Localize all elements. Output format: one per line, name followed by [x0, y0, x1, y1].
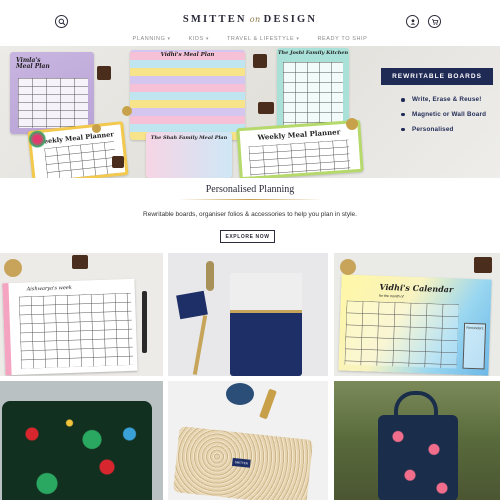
- chocolate-decoration: [112, 156, 124, 168]
- site-logo[interactable]: SMITTEN on DESIGN: [0, 14, 500, 25]
- nav-label: READY TO SHIP: [317, 36, 368, 42]
- nav-item-kids[interactable]: KIDS ▾: [189, 36, 209, 42]
- tote-strap: [394, 391, 438, 421]
- board-title: Vimla's Meal Plan: [16, 57, 50, 70]
- board-title: The Joshi Family Kitchen: [277, 50, 349, 56]
- logo-word-1: SMITTEN: [182, 14, 247, 25]
- weekly-planner-board-green: Weekly Meal Planner: [236, 119, 364, 178]
- lipstick-decoration: [259, 388, 277, 420]
- gold-candy-decoration: [340, 259, 356, 275]
- chevron-down-icon: ▾: [296, 36, 300, 42]
- cart-icon[interactable]: [428, 15, 441, 28]
- board-grid: [18, 292, 134, 369]
- nav-item-travel-lifestyle[interactable]: TRAVEL & LIFESTYLE ▾: [227, 36, 299, 42]
- board-grid: [44, 141, 118, 178]
- main-nav: PLANNING ▾ KIDS ▾ TRAVEL & LIFESTYLE ▾ READ…: [0, 36, 500, 42]
- folio-strap: [230, 273, 302, 313]
- explore-now-button[interactable]: EXPLORE NOW: [220, 230, 275, 243]
- gold-candy-decoration: [346, 118, 358, 130]
- floral-decoration: [27, 129, 48, 150]
- laptop-sleeve: [2, 401, 152, 500]
- chocolate-decoration: [97, 66, 111, 80]
- logo-word-3: DESIGN: [263, 14, 318, 25]
- product-tile-weekly-planner[interactable]: Aishwarya's week: [0, 253, 163, 376]
- glitter-pouch: SMITTEN: [172, 426, 314, 500]
- nav-item-planning[interactable]: PLANNING ▾: [133, 36, 171, 42]
- board-title: The Shah Family Meal Plan: [150, 135, 228, 141]
- rewritable-boards-banner: REWRITABLE BOARDS: [381, 68, 493, 85]
- chocolate-decoration: [72, 255, 88, 269]
- section-title: Personalised Planning: [205, 184, 295, 195]
- calendar-subtitle: for the month of: [378, 293, 404, 299]
- reminders-label: Reminders: [466, 325, 484, 331]
- reminders-box: Reminders: [462, 322, 487, 370]
- nav-item-ready-to-ship[interactable]: READY TO SHIP: [317, 36, 367, 42]
- board-grid: [283, 62, 343, 128]
- meal-plan-board-purple: Vimla's Meal Plan: [10, 52, 94, 134]
- chocolate-decoration: [253, 54, 267, 68]
- feature-item: Write, Erase & Reuse!: [400, 96, 498, 104]
- makeup-compact: [226, 383, 254, 405]
- nav-label: TRAVEL & LIFESTYLE: [226, 36, 295, 42]
- vidhi-meal-plan-board: Vidhi's Meal Plan: [130, 50, 245, 140]
- site-header: SMITTEN on DESIGN PLANNING ▾ KIDS ▾ TRAVEL &…: [0, 0, 500, 46]
- hero-banner[interactable]: Vimla's Meal Plan Weekly Meal Planner Vi…: [0, 46, 500, 178]
- chevron-down-icon: ▾: [205, 36, 209, 42]
- gold-candy-decoration: [4, 259, 22, 277]
- planner-board: Aishwarya's week: [2, 278, 138, 376]
- section-subtitle: Rewritable boards, organiser folios & ac…: [143, 211, 357, 218]
- board-grid: [248, 139, 351, 177]
- tote-bag: [378, 415, 458, 500]
- shah-family-meal-plan-board: The Shah Family Meal Plan: [146, 132, 232, 178]
- product-tile-glitter-pouch[interactable]: SMITTEN: [168, 381, 328, 500]
- chocolate-decoration: [474, 257, 492, 273]
- pouch-label: SMITTEN: [231, 457, 251, 468]
- gold-candy-decoration: [92, 124, 101, 133]
- keyring-decoration: [206, 261, 214, 291]
- calendar-grid: [344, 300, 459, 369]
- product-tile-organiser-folio[interactable]: [168, 253, 328, 376]
- nav-label: PLANNING: [132, 36, 166, 42]
- board-title: Aishwarya's week: [26, 284, 72, 293]
- logo-word-2: on: [249, 15, 261, 24]
- calendar-title: Vidhi's Calendar: [379, 281, 454, 295]
- calendar-board: Vidhi's Calendar for the month of Remind…: [338, 274, 492, 376]
- flamingo-pattern: [378, 415, 458, 500]
- feature-item: Personalised: [400, 126, 498, 134]
- product-tile-calendar[interactable]: Vidhi's Calendar for the month of Remind…: [334, 253, 500, 376]
- tropical-pattern: [2, 401, 152, 500]
- pen-decoration: [142, 291, 147, 353]
- board-title: Vidhi's Meal Plan: [160, 52, 215, 58]
- gold-candy-decoration: [122, 106, 132, 116]
- folio-case: [230, 273, 302, 376]
- feature-list: Write, Erase & Reuse! Magnetic or Wall B…: [400, 96, 498, 141]
- user-icon[interactable]: [406, 15, 419, 28]
- product-tile-laptop-sleeve[interactable]: [0, 381, 163, 500]
- pen-decoration: [192, 315, 208, 375]
- feature-item: Magnetic or Wall Board: [400, 111, 498, 119]
- nav-label: KIDS: [188, 36, 204, 42]
- chocolate-decoration: [258, 102, 274, 114]
- board-grid: [18, 78, 88, 128]
- product-tile-tote-bag[interactable]: [334, 381, 500, 500]
- title-divider: [177, 199, 323, 200]
- weekly-planner-board-yellow: Weekly Meal Planner: [27, 121, 129, 178]
- chevron-down-icon: ▾: [167, 36, 171, 42]
